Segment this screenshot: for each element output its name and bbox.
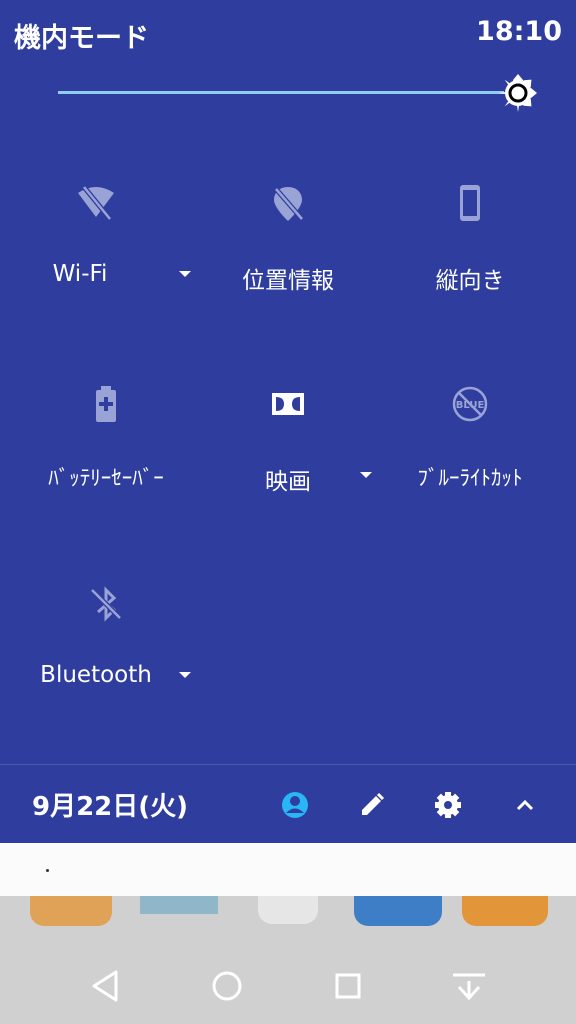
tile-label-blue-light-cut: ﾌﾞﾙｰﾗｲﾄｶｯﾄ xyxy=(417,466,523,490)
app-icon-peek-orange xyxy=(462,896,548,926)
settings-icon[interactable] xyxy=(433,790,463,820)
tile-location[interactable]: 位置情報 xyxy=(192,183,384,333)
tile-label-dolby: 映画 xyxy=(265,469,311,495)
dolby-dropdown-caret[interactable] xyxy=(360,472,372,478)
quick-settings-panel: 機内モード 18:10 Wi-Fi 位置情報 縦向き ﾊﾞｯﾃﾘｰｾｰﾊﾞｰ 映… xyxy=(0,0,576,843)
notification-card[interactable] xyxy=(0,843,576,896)
wifi-off-icon xyxy=(78,185,114,221)
airplane-mode-label: 機内モード xyxy=(14,23,149,54)
location-off-icon xyxy=(274,187,304,221)
back-icon[interactable] xyxy=(82,962,130,1010)
date-label[interactable]: 9月22日(火) xyxy=(32,786,188,823)
home-icon[interactable] xyxy=(203,962,251,1010)
tile-battery-saver[interactable]: ﾊﾞｯﾃﾘｰｾｰﾊﾞｰ xyxy=(10,384,202,534)
app-icon-peek-screen xyxy=(140,896,218,914)
clock: 18:10 xyxy=(476,16,562,47)
portrait-orientation-icon xyxy=(460,185,480,221)
tile-label-orientation: 縦向き xyxy=(435,268,505,294)
app-icon-peek-camera xyxy=(30,896,112,926)
tile-blue-light-cut[interactable]: BLUE ﾌﾞﾙｰﾗｲﾄｶｯﾄ xyxy=(374,384,566,534)
dolby-icon xyxy=(272,393,304,415)
tile-label-wifi: Wi-Fi xyxy=(52,261,108,287)
tile-wifi[interactable]: Wi-Fi xyxy=(0,183,192,333)
app-icon-peek-dots xyxy=(258,896,318,924)
bluetooth-dropdown-caret[interactable] xyxy=(179,672,191,678)
footer-divider xyxy=(0,764,576,765)
wifi-dropdown-caret[interactable] xyxy=(179,271,191,277)
notification-dot xyxy=(46,869,49,872)
tile-label-bluetooth: Bluetooth xyxy=(40,662,152,688)
tile-bluetooth[interactable]: Bluetooth xyxy=(10,584,202,734)
collapse-icon[interactable] xyxy=(510,790,540,820)
edit-icon[interactable] xyxy=(357,790,387,820)
tile-orientation[interactable]: 縦向き xyxy=(374,183,566,333)
notification-pull-icon[interactable] xyxy=(445,962,493,1010)
bluetooth-off-icon xyxy=(90,586,122,622)
brightness-icon[interactable] xyxy=(499,74,537,112)
app-icon-peek-play xyxy=(354,896,442,926)
battery-saver-icon xyxy=(96,386,116,422)
brightness-slider[interactable] xyxy=(58,91,504,94)
user-icon[interactable] xyxy=(280,790,310,820)
tile-label-location: 位置情報 xyxy=(242,268,334,294)
recents-icon[interactable] xyxy=(324,962,372,1010)
tile-dolby[interactable]: 映画 xyxy=(192,384,384,534)
blue-light-cut-icon: BLUE xyxy=(452,386,488,422)
tile-label-battery-saver: ﾊﾞｯﾃﾘｰｾｰﾊﾞｰ xyxy=(48,466,164,490)
